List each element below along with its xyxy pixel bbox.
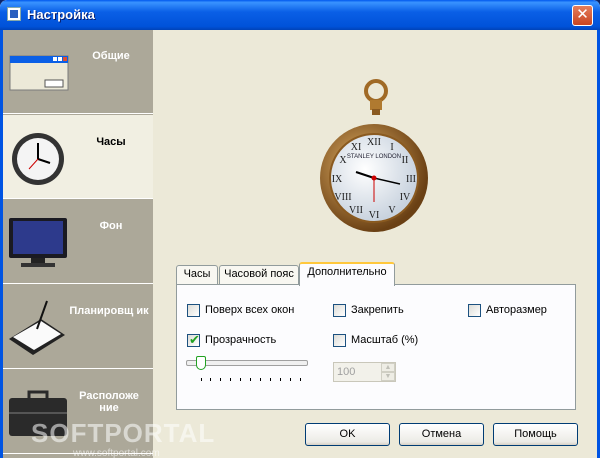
cancel-button[interactable]: Отмена — [399, 423, 484, 446]
sidebar-item-clock[interactable]: Часы — [3, 115, 153, 199]
watermark-url: www.softportal.com — [73, 448, 160, 458]
pin-label: Закрепить — [351, 304, 404, 316]
checkbox-box[interactable] — [187, 304, 200, 317]
scale-checkbox[interactable]: Масштаб (%) — [333, 334, 433, 348]
app-icon — [7, 7, 21, 21]
slider-thumb[interactable] — [196, 356, 206, 370]
slider-tick — [270, 378, 271, 381]
pocket-watch-preview: XII III IIIIVV VIVIIVIII IXXXI STANLEY LO… — [320, 79, 428, 232]
checkbox-box[interactable] — [333, 334, 346, 347]
tab-advanced[interactable]: Дополнительно — [299, 262, 395, 286]
slider-tick — [210, 378, 211, 381]
planner-icon — [9, 300, 65, 355]
transparency-checkbox[interactable]: ✔ Прозрачность — [187, 332, 297, 348]
svg-text:XI: XI — [351, 142, 362, 153]
window-icon — [9, 55, 69, 91]
scale-label: Масштаб (%) — [351, 334, 419, 346]
settings-window: Настройка ✕ Общие Часы Фон Планировщ ик … — [0, 0, 600, 458]
svg-text:IX: IX — [332, 174, 343, 185]
sidebar-item-general[interactable]: Общие — [3, 30, 153, 114]
ok-button[interactable]: OK — [305, 423, 390, 446]
sidebar-item-planner[interactable]: Планировщ ик — [3, 285, 153, 369]
spin-buttons: ▲ ▼ — [381, 363, 395, 381]
checkbox-box[interactable] — [468, 304, 481, 317]
slider-tick — [201, 378, 202, 381]
clock-icon — [12, 133, 64, 185]
sidebar-item-label: Фон — [99, 220, 123, 232]
checkbox-box[interactable] — [333, 304, 346, 317]
svg-text:VI: VI — [369, 210, 380, 221]
slider-tick — [260, 378, 261, 381]
on-top-checkbox[interactable]: Поверх всех окон — [187, 304, 307, 318]
spin-down-icon[interactable]: ▼ — [381, 372, 395, 381]
slider-tick — [230, 378, 231, 381]
autosize-label: Авторазмер — [486, 304, 547, 316]
monitor-icon — [9, 218, 67, 267]
transparency-label: Прозрачность — [205, 334, 277, 346]
check-mark-icon: ✔ — [189, 332, 200, 347]
transparency-slider[interactable] — [186, 356, 308, 386]
slider-tick — [290, 378, 291, 381]
title-bar[interactable]: Настройка ✕ — [0, 0, 600, 30]
spin-up-icon[interactable]: ▲ — [381, 363, 395, 372]
svg-text:III: III — [406, 174, 416, 185]
sidebar-item-background[interactable]: Фон — [3, 200, 153, 284]
svg-text:XII: XII — [367, 137, 381, 148]
close-button[interactable]: ✕ — [572, 5, 593, 26]
pin-checkbox[interactable]: Закрепить — [333, 304, 423, 318]
scale-spinbox[interactable]: 100 ▲ ▼ — [333, 362, 396, 382]
svg-text:VII: VII — [349, 205, 363, 216]
svg-text:I: I — [390, 142, 393, 153]
sidebar: Общие Часы Фон Планировщ ик Расположе ни… — [3, 30, 214, 458]
slider-tick — [300, 378, 301, 381]
slider-tick — [250, 378, 251, 381]
watch-brand: STANLEY LONDON — [347, 154, 401, 160]
svg-text:V: V — [388, 205, 396, 216]
svg-text:IV: IV — [400, 192, 411, 203]
slider-tick — [220, 378, 221, 381]
slider-tick — [240, 378, 241, 381]
svg-text:II: II — [402, 155, 409, 166]
sidebar-item-label: Общие — [92, 50, 130, 62]
autosize-checkbox[interactable]: Авторазмер — [468, 304, 558, 318]
sidebar-item-label: Планировщ ик — [69, 305, 149, 317]
watermark: SOFTPORTAL — [31, 418, 216, 448]
svg-text:VIII: VIII — [334, 192, 351, 203]
help-button[interactable]: Помощь — [493, 423, 578, 446]
slider-tick — [280, 378, 281, 381]
tab-timezone[interactable]: Часовой пояс — [219, 265, 299, 285]
scale-value[interactable]: 100 — [337, 366, 355, 378]
tab-clock[interactable]: Часы — [176, 265, 218, 285]
sidebar-item-label: Расположе ние — [79, 390, 139, 414]
sidebar-item-label: Часы — [96, 136, 126, 148]
on-top-label: Поверх всех окон — [205, 304, 295, 316]
window-title: Настройка — [27, 7, 95, 22]
checkbox-box[interactable]: ✔ — [187, 332, 200, 347]
